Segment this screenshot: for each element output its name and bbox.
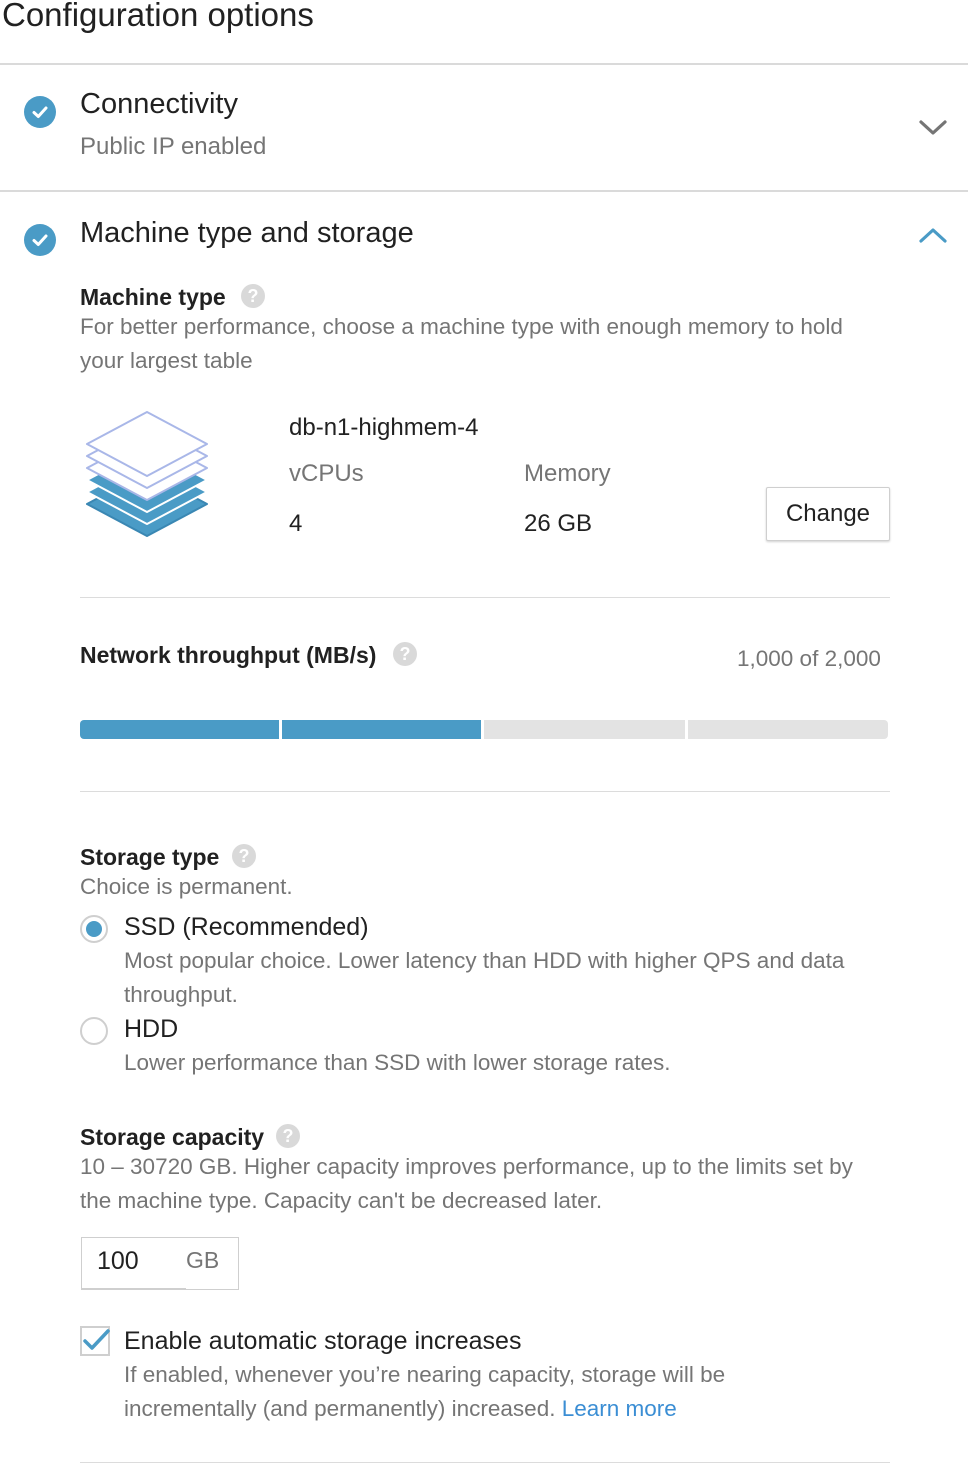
storage-option-label: HDD [124,1015,179,1043]
radio-button-selected[interactable] [80,915,108,943]
page-title: Configuration options [2,0,314,33]
network-throughput-bar [80,720,888,739]
storage-capacity-label: Storage capacity [80,1124,265,1150]
check-circle-icon [24,96,56,128]
help-icon[interactable]: ? [241,284,265,308]
stacked-layers-icon [82,408,212,551]
storage-capacity-value[interactable]: 100 [97,1247,139,1276]
storage-capacity-unit: GB [186,1247,220,1273]
check-circle-icon [24,224,56,256]
storage-option-label: SSD (Recommended) [124,913,369,941]
connectivity-title: Connectivity [80,88,238,120]
storage-option-description: Lower performance than SSD with lower st… [124,1050,671,1075]
machine-storage-title: Machine type and storage [80,217,414,249]
storage-option-hdd[interactable]: HDD Lower performance than SSD with lowe… [80,1014,890,1080]
bar-segment-filled [282,720,481,739]
vcpus-value: 4 [289,510,303,537]
divider [80,791,890,792]
auto-increase-label[interactable]: Enable automatic storage increases [124,1327,521,1356]
connectivity-subtitle: Public IP enabled [80,133,267,160]
change-machine-type-button[interactable]: Change [766,487,890,541]
memory-label: Memory [524,460,611,487]
storage-capacity-description: 10 – 30720 GB. Higher capacity improves … [80,1154,853,1213]
bar-segment-empty [484,720,685,739]
storage-option-ssd[interactable]: SSD (Recommended) Most popular choice. L… [80,912,890,1008]
machine-type-description: For better performance, choose a machine… [80,314,843,373]
memory-value: 26 GB [524,510,593,537]
divider [0,63,968,65]
divider [0,190,968,192]
network-throughput-label: Network throughput (MB/s) [80,642,377,668]
storage-type-label: Storage type [80,844,220,870]
storage-option-description: Most popular choice. Lower latency than … [124,948,845,1007]
help-icon[interactable]: ? [393,642,417,666]
vcpus-label: vCPUs [289,460,364,487]
help-icon[interactable]: ? [232,844,256,868]
machine-type-label: Machine type [80,284,226,310]
bar-segment-filled [80,720,279,739]
connectivity-section-header[interactable]: Connectivity Public IP enabled [0,66,968,190]
storage-type-description: Choice is permanent. [80,874,293,899]
divider [80,1462,890,1463]
bar-segment-empty [688,720,888,739]
chevron-up-icon[interactable] [918,225,948,250]
auto-increase-checkbox[interactable] [80,1326,110,1356]
auto-increase-description: If enabled, whenever you’re nearing capa… [124,1358,824,1426]
machine-type-name: db-n1-highmem-4 [289,414,479,441]
checkmark-icon [83,1329,110,1350]
input-underline [81,1288,186,1290]
radio-button[interactable] [80,1017,108,1045]
learn-more-link[interactable]: Learn more [562,1396,677,1421]
divider [80,597,890,598]
machine-storage-section-header[interactable]: Machine type and storage [0,195,968,275]
chevron-down-icon[interactable] [918,118,948,143]
network-throughput-value: 1,000 of 2,000 [737,646,881,671]
help-icon[interactable]: ? [276,1124,300,1148]
